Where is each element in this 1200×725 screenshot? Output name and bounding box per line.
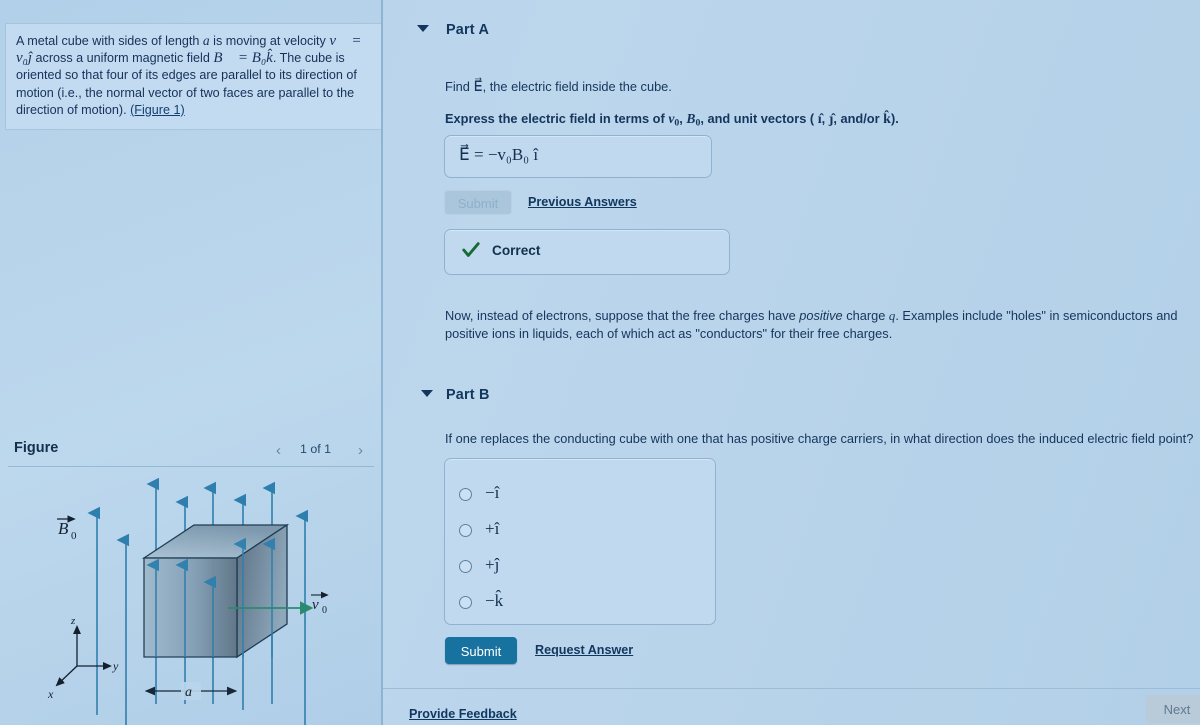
problem-equation-magnetic-field: B⃗ = B₀k̂: [213, 50, 273, 67]
transition-emphasis: positive: [799, 308, 843, 323]
part-a-instruction-text4: ).: [890, 111, 899, 126]
part-a-answer-field[interactable]: E⃗ = −v₀B₀ î: [444, 135, 712, 178]
problem-statement: A metal cube with sides of length a is m…: [6, 24, 382, 130]
coordinate-axes: z y x: [47, 615, 119, 701]
svg-text:0: 0: [322, 605, 327, 616]
unit-vector-k: k̂: [883, 112, 891, 127]
radio-button-2[interactable]: [459, 524, 472, 537]
choice-label-3: +ĵ: [485, 555, 500, 574]
vector-E-symbol: E⃗: [473, 79, 483, 95]
svg-text:z: z: [70, 615, 76, 627]
part-b-question: If one replaces the conducting cube with…: [445, 431, 1194, 446]
transition-text-1: Now, instead of electrons, suppose that …: [445, 308, 800, 323]
magnetic-field-label: B 0: [57, 515, 77, 542]
figure-header: Figure ‹ 1 of 1 ›: [8, 437, 374, 467]
figure-1-link[interactable]: (Figure 1): [130, 103, 185, 117]
check-icon: [462, 242, 480, 257]
radio-button-3[interactable]: [459, 560, 472, 573]
part-a-prompt: Find E⃗, the electric field inside the c…: [445, 78, 1145, 96]
part-a-prompt-text1: Find: [445, 79, 470, 94]
part-a-instruction-text1: Express the electric field in terms of: [445, 111, 665, 126]
app-window: A metal cube with sides of length a is m…: [0, 0, 1200, 725]
part-a-instruction-text3: , and/or: [833, 111, 880, 126]
choice-label-1: −î: [485, 483, 500, 502]
svg-text:v: v: [312, 597, 319, 613]
svg-text:y: y: [112, 659, 119, 673]
problem-text-line2: across a uniform magnetic field: [35, 51, 210, 66]
part-a-feedback-label: Correct: [492, 243, 541, 258]
part-b-submit-button[interactable]: Submit: [445, 637, 517, 664]
svg-text:0: 0: [71, 530, 77, 542]
next-button[interactable]: Next: [1146, 695, 1200, 723]
transition-paragraph: Now, instead of electrons, suppose that …: [445, 307, 1200, 343]
part-a-feedback-banner: Correct: [444, 229, 730, 275]
previous-answers-link[interactable]: Previous Answers: [528, 195, 637, 209]
question-pane: Part A Find E⃗, the electric field insid…: [383, 0, 1200, 725]
figure-pane: A metal cube with sides of length a is m…: [0, 0, 382, 725]
svg-text:a: a: [185, 685, 192, 700]
provide-feedback-link[interactable]: Provide Feedback: [409, 707, 517, 721]
figure-counter: 1 of 1: [300, 442, 332, 456]
part-a-instruction: Express the electric field in terms of v…: [445, 111, 899, 129]
footer-divider: [383, 688, 1200, 689]
figure-diagram: B 0 v 0 z y x a: [47, 477, 329, 725]
figure-title: Figure: [14, 440, 59, 456]
figure-divider: [8, 466, 374, 467]
problem-text-line1b: is moving at velocity: [213, 34, 326, 48]
part-a-answer-value: E⃗ = −v₀B₀ î: [459, 145, 539, 164]
request-answer-link[interactable]: Request Answer: [535, 643, 633, 657]
part-b-choices: −î +î +ĵ −k̂: [444, 458, 716, 625]
part-a-title[interactable]: Part A: [446, 22, 489, 38]
problem-text-line1: A metal cube with sides of length: [16, 34, 200, 48]
radio-button-1[interactable]: [459, 488, 472, 501]
unit-vector-i: ı̂: [817, 112, 822, 127]
choice-label-4: −k̂: [485, 591, 504, 610]
part-a-instruction-text2: , and unit vectors (: [700, 111, 815, 126]
symbol-B0: B0: [686, 111, 701, 129]
part-a-submit-button[interactable]: Submit: [444, 190, 512, 215]
part-a-prompt-text2: , the electric field inside the cube.: [482, 79, 672, 94]
symbol-v0: v0: [668, 111, 680, 129]
svg-text:x: x: [47, 687, 54, 701]
chevron-right-icon[interactable]: ›: [358, 442, 363, 459]
radio-button-4[interactable]: [459, 596, 472, 609]
part-b-title[interactable]: Part B: [446, 387, 490, 403]
problem-var-a: a: [202, 33, 210, 48]
caret-down-icon[interactable]: [417, 25, 429, 32]
caret-down-icon[interactable]: [421, 390, 433, 397]
dimension-a: a: [144, 682, 238, 700]
choice-label-2: +î: [485, 519, 500, 538]
cube-shape: [141, 523, 290, 659]
svg-text:B: B: [58, 519, 69, 538]
chevron-left-icon[interactable]: ‹: [276, 442, 281, 459]
transition-text-2: charge: [842, 308, 889, 323]
